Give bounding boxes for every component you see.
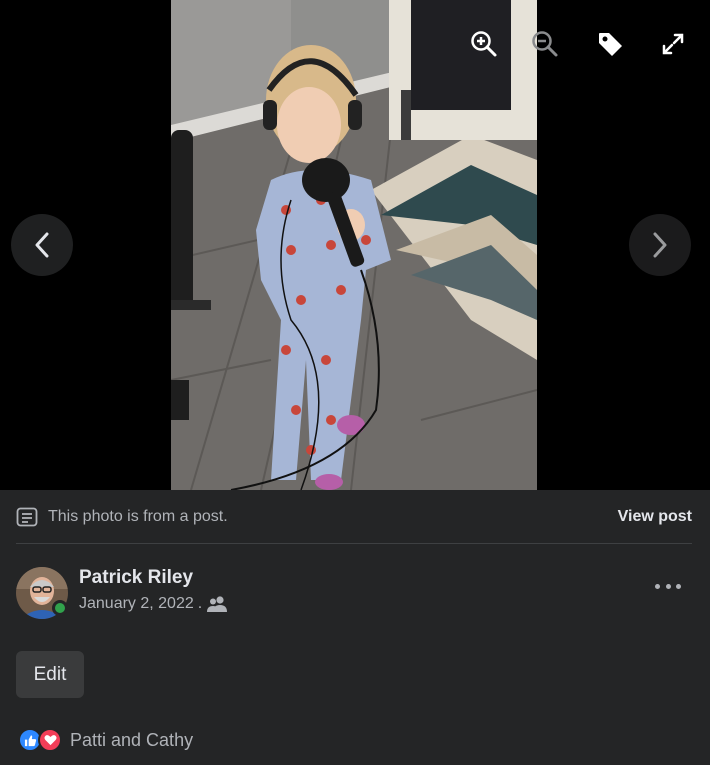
divider xyxy=(16,543,692,544)
post-banner: This photo is from a post. View post xyxy=(16,504,692,530)
view-post-link[interactable]: View post xyxy=(618,508,692,526)
meta-separator: . xyxy=(197,595,203,612)
chevron-right-icon xyxy=(653,232,667,258)
zoom-in-icon xyxy=(471,31,497,57)
post-meta: January 2, 2022 . xyxy=(79,595,228,613)
fullscreen-button[interactable] xyxy=(655,26,691,62)
post-banner-text: This photo is from a post. xyxy=(48,508,228,525)
more-icon-dot xyxy=(676,583,681,589)
more-options-button[interactable] xyxy=(655,576,681,596)
fullscreen-icon xyxy=(662,33,684,55)
edit-button[interactable]: Edit xyxy=(16,651,84,698)
post-date[interactable]: January 2, 2022 xyxy=(79,595,194,613)
zoom-out-button[interactable] xyxy=(527,26,563,62)
photo-viewer xyxy=(0,0,710,490)
tag-button[interactable] xyxy=(592,26,628,62)
author-name[interactable]: Patrick Riley xyxy=(79,567,193,589)
photo[interactable] xyxy=(171,0,537,490)
previous-photo-button[interactable] xyxy=(11,214,73,276)
tag-icon xyxy=(599,33,622,56)
reactions-summary[interactable]: Patti and Cathy xyxy=(18,728,193,752)
zoom-out-icon xyxy=(532,31,558,57)
friends-icon[interactable] xyxy=(206,595,228,613)
online-status-indicator xyxy=(52,600,68,616)
more-icon-dot xyxy=(665,583,671,589)
chevron-left-icon xyxy=(35,232,49,258)
love-icon xyxy=(38,728,62,752)
post-info-panel: This photo is from a post. View post Pat… xyxy=(0,490,710,765)
more-icon-dot xyxy=(655,583,660,589)
reaction-names[interactable]: Patti and Cathy xyxy=(70,730,193,751)
post-icon xyxy=(16,507,38,527)
zoom-in-button[interactable] xyxy=(466,26,502,62)
next-photo-button[interactable] xyxy=(629,214,691,276)
